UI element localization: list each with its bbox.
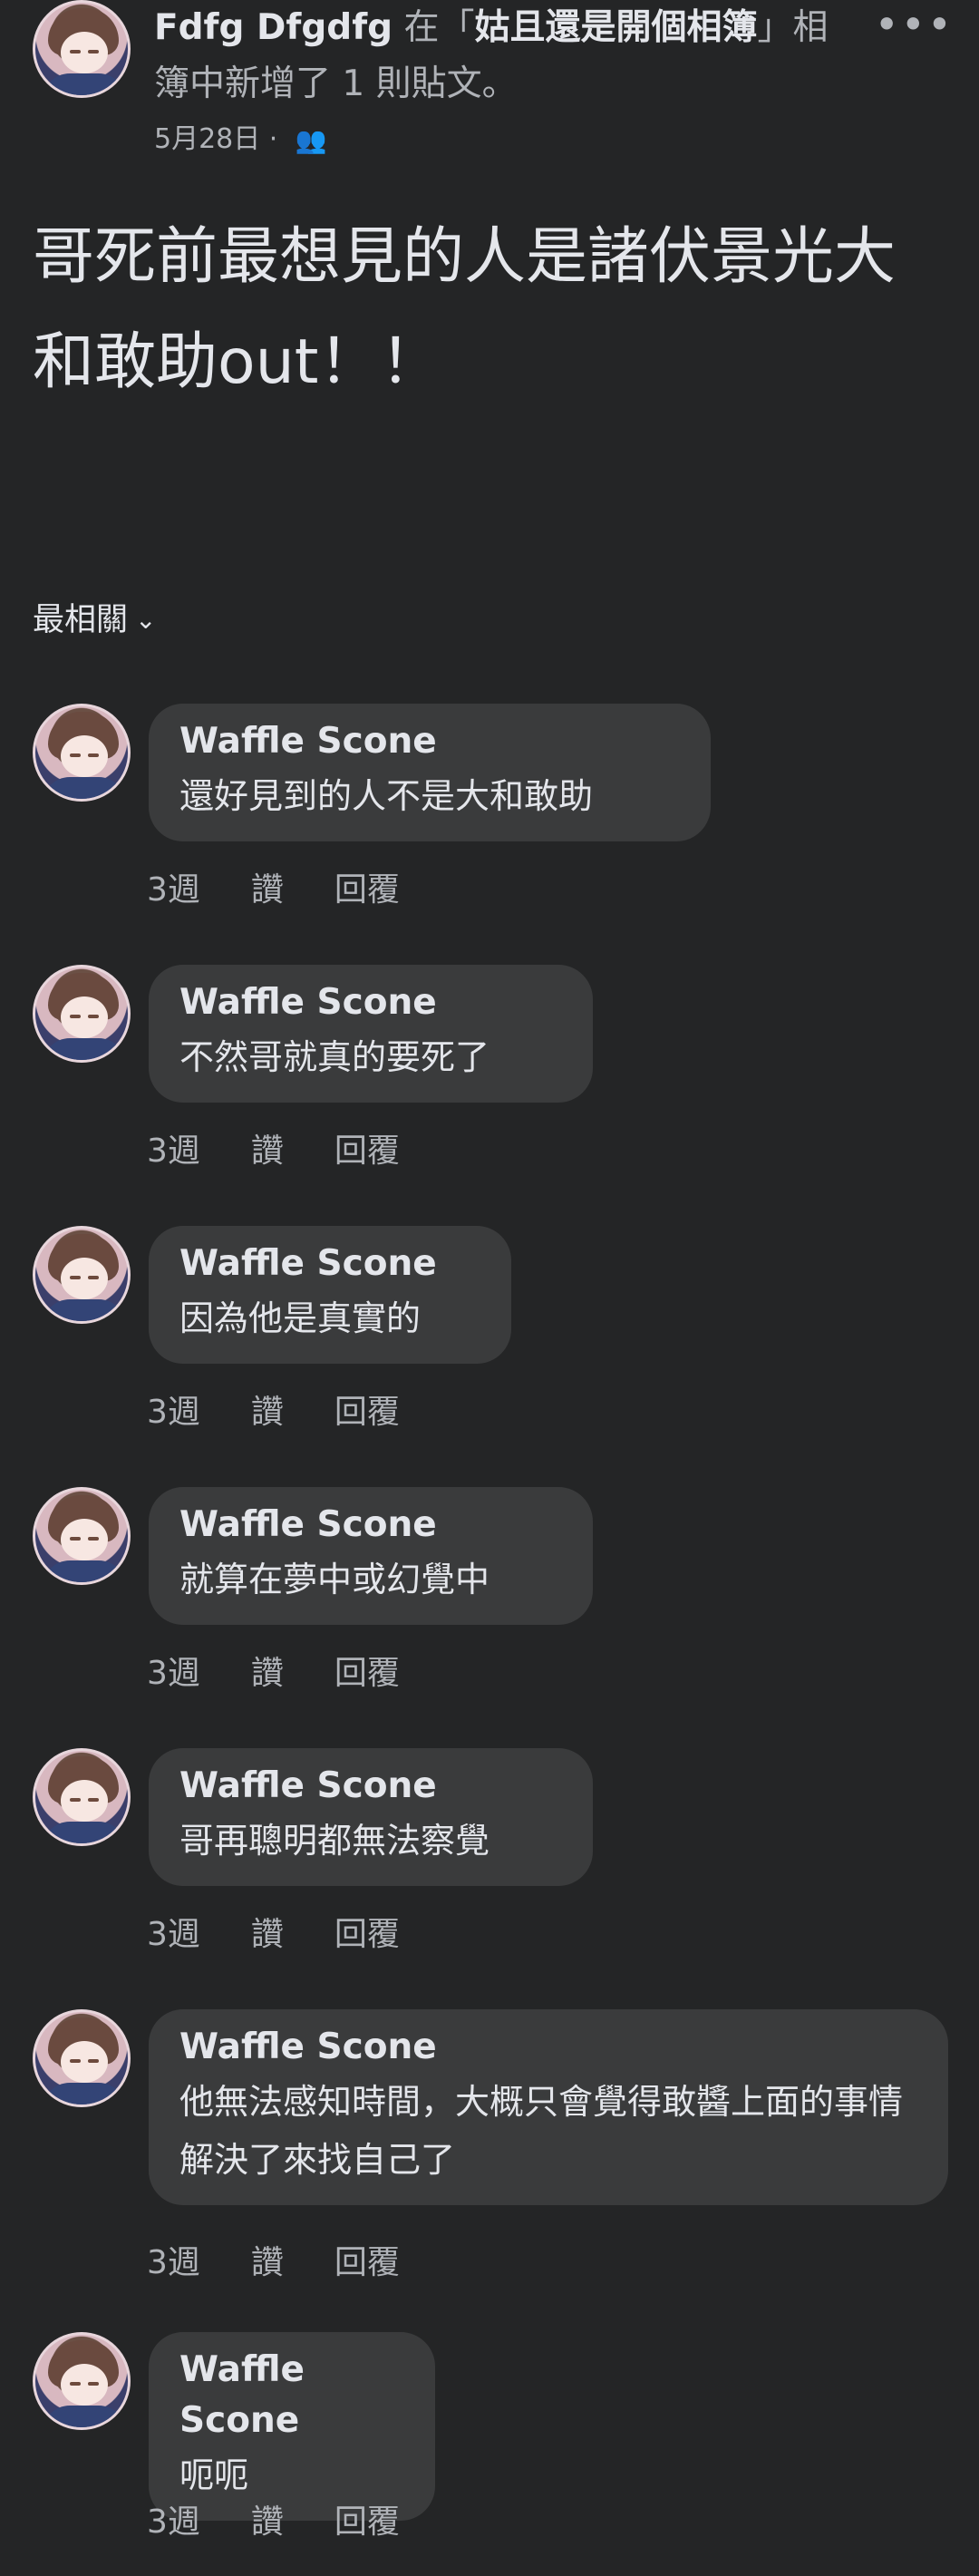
comment-actions: 3週 讚 回覆 [147,1647,451,1694]
friends-icon: 👥 [295,125,327,155]
comment-text: 就算在夢中或幻覺中 [179,1560,490,1599]
comment-sort-button[interactable]: 最相關 ⌄ [33,594,156,640]
chevron-down-icon: ⌄ [135,605,157,635]
comment-text: 還好見到的人不是大和敢助 [179,776,594,816]
comment-time[interactable]: 3週 [147,2503,200,2541]
post-meta: 5月28日 · 👥 [154,116,327,156]
author-name[interactable]: Fdfg Dfgdfg [154,7,393,48]
commenter-name[interactable]: Waffle Scone [179,1761,562,1812]
comment-time[interactable]: 3週 [147,1916,200,1953]
commenter-avatar[interactable] [33,1487,131,1585]
post-date[interactable]: 5月28日 · [154,123,286,155]
comment-bubble: Waffle Scone 哥再聰明都無法察覺 [149,1748,593,1886]
reply-button[interactable]: 回覆 [334,871,400,909]
commenter-name[interactable]: Waffle Scone [179,2022,917,2073]
comment-text: 他無法感知時間，大概只會覺得敢醬上面的事情解決了來找自己了 [179,2082,904,2180]
reply-button[interactable]: 回覆 [334,1394,400,1431]
comment-actions: 3週 讚 回覆 [147,2236,451,2283]
commenter-name[interactable]: Waffle Scone [179,1239,480,1289]
album-name[interactable]: 姑且還是開個相簿 [475,7,758,48]
commenter-name[interactable]: Waffle Scone [179,1500,562,1550]
post-text: 哥死前最想見的人是諸伏景光大和敢助out！！ [33,221,897,398]
commenter-avatar[interactable] [33,2009,131,2107]
commenter-name[interactable]: Waffle Scone [179,716,680,767]
like-button[interactable]: 讚 [251,2244,284,2281]
commenter-avatar[interactable] [33,965,131,1063]
like-button[interactable]: 讚 [251,871,284,909]
commenter-avatar[interactable] [33,2332,131,2430]
commenter-avatar[interactable] [33,1226,131,1324]
like-button[interactable]: 讚 [251,1394,284,1431]
comment-bubble: Waffle Scone 就算在夢中或幻覺中 [149,1487,593,1625]
comment-time[interactable]: 3週 [147,2244,200,2281]
like-button[interactable]: 讚 [251,1132,284,1170]
comment-time[interactable]: 3週 [147,1655,200,1692]
comment-bubble: Waffle Scone 呃呃 [149,2332,435,2521]
commenter-avatar[interactable] [33,704,131,802]
post-author-line: Fdfg Dfgdfg 在「姑且還是開個相簿」相簿中新增了 1 則貼文。 [154,0,861,112]
comment-time[interactable]: 3週 [147,871,200,909]
comment-text: 不然哥就真的要死了 [179,1037,490,1077]
comment-bubble: Waffle Scone 他無法感知時間，大概只會覺得敢醬上面的事情解決了來找自… [149,2009,948,2205]
author-avatar[interactable] [33,0,131,98]
reply-button[interactable]: 回覆 [334,1132,400,1170]
comment-actions: 3週 讚 回覆 [147,1124,451,1171]
post-header: Fdfg Dfgdfg 在「姑且還是開個相簿」相簿中新增了 1 則貼文。 5月2… [0,0,979,172]
comment-actions: 3週 讚 回覆 [147,1908,451,1955]
comment-time[interactable]: 3週 [147,1394,200,1431]
comment-actions: 3週 讚 回覆 [147,863,451,910]
verb-prefix: 在「 [393,7,475,48]
like-button[interactable]: 讚 [251,1916,284,1953]
reply-button[interactable]: 回覆 [334,1655,400,1692]
reply-button[interactable]: 回覆 [334,2244,400,2281]
comment-bubble: Waffle Scone 還好見到的人不是大和敢助 [149,704,711,841]
commenter-name[interactable]: Waffle Scone [179,2345,404,2446]
comment-time[interactable]: 3週 [147,1132,200,1170]
commenter-avatar[interactable] [33,1748,131,1846]
comment-actions: 3週 讚 回覆 [147,1385,451,1433]
comment-text: 因為他是真實的 [179,1298,422,1338]
reply-button[interactable]: 回覆 [334,2503,400,2541]
commenter-name[interactable]: Waffle Scone [179,977,562,1028]
comment-bubble: Waffle Scone 因為他是真實的 [149,1226,511,1364]
reply-button[interactable]: 回覆 [334,1916,400,1953]
more-options-icon[interactable]: ••• [875,0,954,49]
like-button[interactable]: 讚 [251,2503,284,2541]
comment-text: 哥再聰明都無法察覺 [179,1821,490,1861]
like-button[interactable]: 讚 [251,1655,284,1692]
comment-actions: 3週 讚 回覆 [147,2495,451,2542]
sort-label: 最相關 [33,602,129,638]
comment-bubble: Waffle Scone 不然哥就真的要死了 [149,965,593,1103]
